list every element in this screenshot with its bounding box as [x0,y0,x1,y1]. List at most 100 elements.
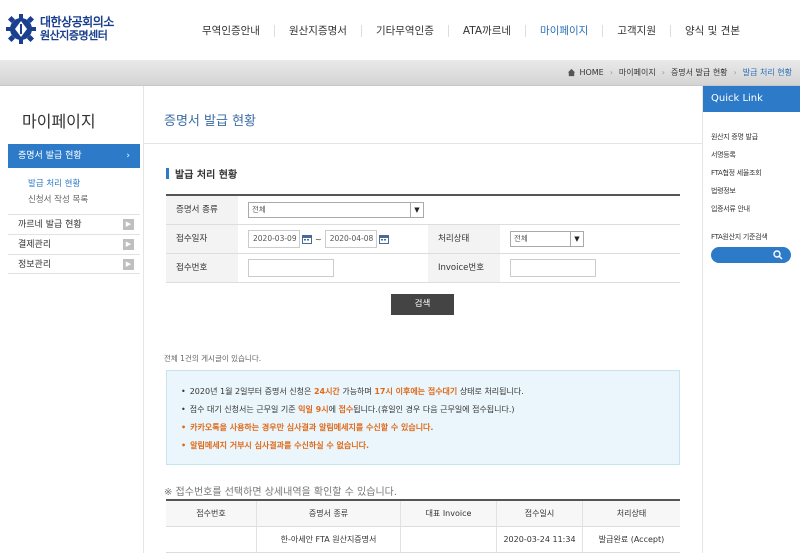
chevron-right-icon: ▶ [123,259,134,270]
lnb-item-payment[interactable]: 결제관리 ▶ [8,234,140,254]
status-select[interactable]: 전체 ▼ [510,231,584,247]
gnb-other-cert[interactable]: 기타무역인증 [360,25,448,37]
status-label: 처리상태 [428,225,500,253]
breadcrumb-item-cert-status[interactable]: 증명서 발급 현황 [671,67,728,78]
col-header-received-at: 접수일시 [496,501,582,526]
gnb-ata-carnet[interactable]: ATA까르네 [447,25,525,37]
logo-text: 대한상공회의소 원산지증명센터 [40,15,114,43]
lnb-item-label: 증명서 발급 현황 [18,151,82,161]
receipt-number-input[interactable] [248,259,334,277]
chevron-right-icon: ▶ [123,239,134,250]
lnb-item-info[interactable]: 정보관리 ▶ [8,254,140,274]
home-icon [568,68,576,77]
quick-link-law[interactable]: 법령정보 [711,182,800,200]
notice-line-4: • 알림메세지 거부시 심사결과를 수신하실 수 없습니다. [181,441,370,450]
date-to-input[interactable]: 2020-04-08 [324,230,377,248]
cell-status: 발급완료 (Accept) [582,527,680,552]
lnb-item-label: 정보관리 [18,260,52,270]
col-header-invoice: 대표 Invoice [400,501,496,526]
results-table: 접수번호 증명서 종류 대표 Invoice 접수일시 처리상태 한-아세안 F… [166,499,680,553]
invoice-number-input[interactable] [510,259,596,277]
gnb-trade-cert[interactable]: 무역인증안내 [196,25,274,37]
quick-link-list: 원산지 증명 발급 서명등록 FTA협정 세율조회 법령정보 입증서류 안내 [703,112,800,218]
gnb-origin-cert[interactable]: 원산지증명서 [273,25,361,37]
gnb-mypage[interactable]: 마이페이지 [525,25,602,37]
form-row-numbers: 접수번호 Invoice번호 [166,254,680,283]
logo-line2: 원산지증명센터 [40,29,108,42]
lnb-item-carnet-status[interactable]: 까르네 발급 현황 ▶ [8,214,140,234]
lnb-item-cert-status[interactable]: 증명서 발급 현황 › [8,144,140,168]
date-tilde: ~ [315,234,322,244]
chevron-down-icon: ▼ [410,203,423,217]
col-header-cert-type: 증명서 종류 [256,501,400,526]
table-hint: ※ 접수번호를 선택하면 상세내역을 확인할 수 있습니다. [164,487,398,498]
col-header-status: 처리상태 [582,501,680,526]
search-icon [773,250,783,260]
date-range: 2020-03-09 ~ 2020-04-08 [248,230,389,248]
breadcrumb-item-mypage[interactable]: 마이페이지 [619,67,656,78]
chevron-right-icon: ▶ [123,219,134,230]
cert-type-value: 전체 [252,205,266,214]
cell-cert-type: 한-아세안 FTA 원산지증명서 [256,527,400,552]
lnb-sub-menu: 발급 처리 현황 신청서 작성 목록 [8,168,140,214]
date-label: 접수일자 [166,225,238,253]
breadcrumb: HOME › 마이페이지 › 증명서 발급 현황 › 발급 처리 현황 [567,67,792,78]
cell-invoice [400,527,496,552]
section-title: 발급 처리 현황 [166,166,237,181]
chevron-down-icon: ▼ [570,232,583,246]
notice-line-2: • 접수 대기 신청서는 근무일 기준 익일 9시에 접수됩니다.(휴일인 경우 … [181,405,515,414]
fta-search-label: FTA원산지 기준검색 [711,233,768,241]
cert-type-select[interactable]: 전체 ▼ [248,202,424,218]
table-row[interactable]: 한-아세안 FTA 원산지증명서 2020-03-24 11:34 발급완료 (… [166,527,680,553]
gnb-forms[interactable]: 양식 및 견본 [670,25,754,37]
page-title: 증명서 발급 현황 [164,114,256,129]
logo-line1: 대한상공회의소 [40,15,114,29]
chevron-right-icon: › [126,151,130,161]
date-from-input[interactable]: 2020-03-09 [248,230,300,248]
site-logo[interactable]: 대한상공회의소 원산지증명센터 [6,14,114,44]
lnb-title: 마이페이지 [22,112,96,131]
calendar-icon[interactable] [378,234,389,244]
cell-receipt-no[interactable] [166,527,256,552]
notice-line-1: • 2020년 1월 2일부터 증명서 신청은 24시간 가능하며 17시 이후에… [181,387,524,396]
quick-link-title: Quick Link [703,86,800,112]
form-row-cert-type: 증명서 종류 전체 ▼ [166,196,680,225]
breadcrumb-bar: HOME › 마이페이지 › 증명서 발급 현황 › 발급 처리 현황 [0,60,800,86]
quick-link-signature[interactable]: 서명등록 [711,146,800,164]
quick-link-fta-tariff[interactable]: FTA협정 세율조회 [711,164,800,182]
calendar-icon[interactable] [302,234,312,244]
lnb-item-label: 결제관리 [18,240,52,250]
logo-gear-icon [6,14,36,44]
cert-type-label: 증명서 종류 [166,196,238,224]
notice-box: • 2020년 1월 2일부터 증명서 신청은 24시간 가능하며 17시 이후에… [166,370,680,465]
site-header: 대한상공회의소 원산지증명센터 무역인증안내 원산지증명서 기타무역인증 ATA… [0,0,800,60]
breadcrumb-separator: › [661,68,665,77]
quick-link-panel: Quick Link 원산지 증명 발급 서명등록 FTA협정 세율조회 법령정… [703,86,800,263]
lnb-sub-application-list[interactable]: 신청서 작성 목록 [28,192,140,208]
breadcrumb-separator: › [609,68,613,77]
left-divider [143,86,144,553]
quick-link-origin-issue[interactable]: 원산지 증명 발급 [711,128,800,146]
receipt-label: 접수번호 [166,254,238,282]
form-row-date: 접수일자 2020-03-09 ~ 2020-04-08 처리상태 전체 ▼ [166,225,680,254]
notice-line-3: • 카카오톡을 사용하는 경우만 심사결과 알림메세지를 수신할 수 있습니다. [181,423,434,432]
status-value: 전체 [514,234,528,243]
section-title-text: 발급 처리 현황 [175,170,238,181]
fta-search-button[interactable] [711,247,791,263]
global-nav: 무역인증안내 원산지증명서 기타무역인증 ATA까르네 마이페이지 고객지원 양… [196,25,754,37]
search-button[interactable]: 검색 [391,294,454,315]
left-nav: 마이페이지 증명서 발급 현황 › 발급 처리 현황 신청서 작성 목록 까르네… [8,88,140,274]
breadcrumb-current: 발급 처리 현황 [742,68,792,77]
title-divider [144,143,702,144]
breadcrumb-home[interactable]: HOME [579,68,603,77]
lnb-sub-process-status[interactable]: 발급 처리 현황 [28,176,140,192]
invoice-label: Invoice번호 [428,254,500,282]
cell-received-at: 2020-03-24 11:34 [496,527,582,552]
search-form: 증명서 종류 전체 ▼ 접수일자 2020-03-09 ~ 2020-04-08… [166,194,680,283]
section-title-bar [166,168,169,179]
gnb-support[interactable]: 고객지원 [602,25,670,37]
breadcrumb-separator: › [733,68,737,77]
quick-link-documents[interactable]: 입증서류 안내 [711,200,800,218]
lnb-item-label: 까르네 발급 현황 [18,220,82,230]
total-count: 전체 1건의 게시글이 있습니다. [164,354,262,363]
